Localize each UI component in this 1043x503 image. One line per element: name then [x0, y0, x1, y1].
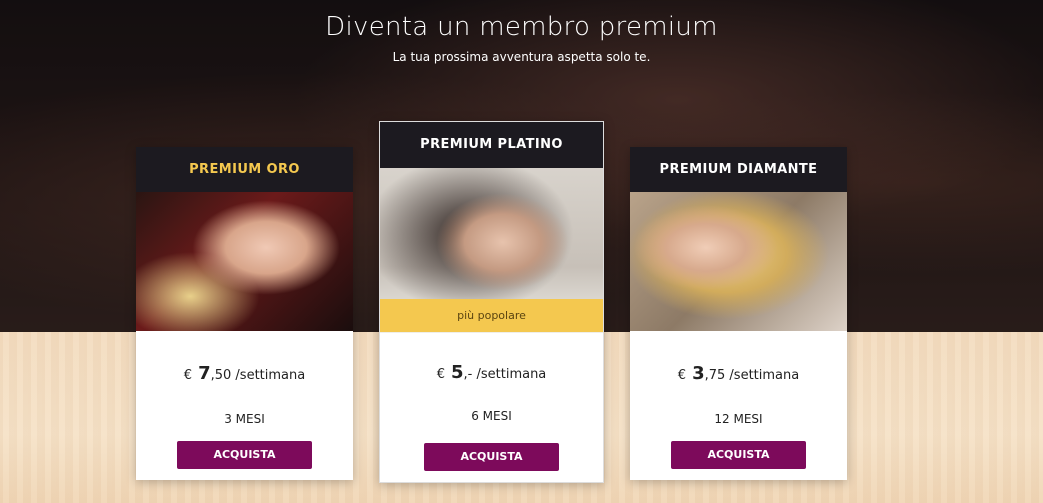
plan-price: €7,50 /settimana — [136, 363, 353, 384]
plan-title: PREMIUM DIAMANTE — [630, 147, 847, 192]
plan-title: PREMIUM ORO — [136, 147, 353, 192]
currency-symbol: € — [436, 367, 445, 382]
price-main: 7 — [198, 363, 211, 384]
page-subtitle: La tua prossima avventura aspetta solo t… — [392, 50, 651, 64]
price-decimals: ,50 — [210, 368, 232, 383]
price-decimals: ,- — [463, 367, 473, 382]
plan-price: €5,- /settimana — [380, 362, 603, 383]
buy-button-diamante[interactable]: ACQUISTA — [671, 441, 806, 469]
plan-duration: 6 MESI — [471, 409, 512, 423]
plan-card-platino: PREMIUM PLATINO più popolare €5,- /setti… — [379, 121, 604, 483]
price-main: 3 — [692, 363, 705, 384]
price-period: /settimana — [235, 368, 306, 383]
currency-symbol: € — [677, 368, 687, 383]
plan-title: PREMIUM PLATINO — [380, 122, 603, 168]
plan-photo — [136, 192, 353, 331]
price-decimals: ,75 — [704, 368, 726, 383]
plan-duration: 12 MESI — [714, 412, 763, 426]
popular-badge: più popolare — [380, 299, 603, 332]
plan-photo — [630, 192, 847, 331]
plan-price: €3,75 /settimana — [630, 363, 847, 384]
page-title: Diventa un membro premium — [325, 12, 718, 42]
plan-photo: più popolare — [380, 168, 603, 333]
buy-button-platino[interactable]: ACQUISTA — [424, 443, 559, 471]
plan-duration: 3 MESI — [224, 412, 265, 426]
price-period: /settimana — [476, 367, 547, 382]
plan-card-diamante: PREMIUM DIAMANTE €3,75 /settimana 12 MES… — [630, 147, 847, 480]
buy-button-oro[interactable]: ACQUISTA — [177, 441, 312, 469]
plan-card-oro: PREMIUM ORO €7,50 /settimana 3 MESI ACQU… — [136, 147, 353, 480]
price-period: /settimana — [729, 368, 800, 383]
currency-symbol: € — [183, 368, 193, 383]
price-main: 5 — [450, 362, 464, 383]
